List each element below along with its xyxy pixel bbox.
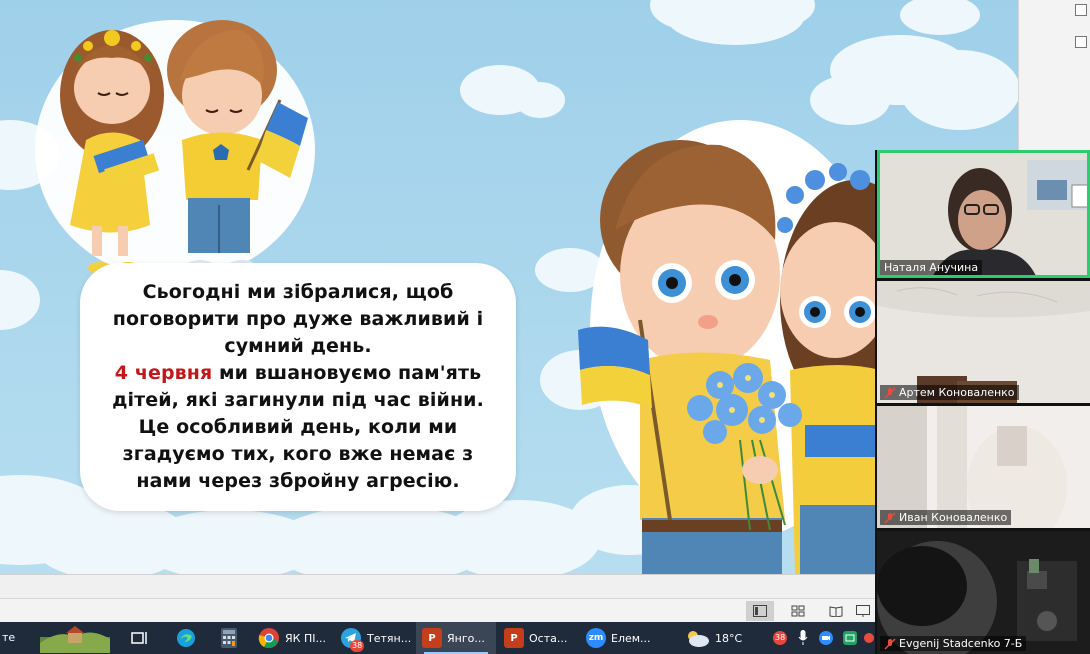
telegram-taskbar-button[interactable]: Тетян... 38 — [338, 622, 414, 654]
speech-line: Сьогодні ми зібралися, щоб — [142, 281, 454, 303]
chrome-icon — [258, 628, 279, 649]
task-view-button[interactable] — [126, 622, 154, 654]
tray-microphone-button[interactable] — [794, 622, 812, 654]
taskbar-label: Елем... — [611, 631, 651, 645]
taskbar-label: Тетян... — [367, 631, 412, 645]
muted-microphone-icon — [884, 386, 896, 399]
zoom-taskbar-button[interactable]: zm Елем... — [582, 622, 662, 654]
taskbar-search-text[interactable]: те — [2, 631, 15, 644]
vertical-scrollbar[interactable] — [1018, 0, 1090, 150]
taskbar-label: ЯК ПІ... — [285, 631, 326, 645]
speech-line: Це особливий день, коли ми — [138, 416, 458, 438]
speech-line: дітей, які загинули під час війни. — [112, 389, 484, 411]
cloudy-weather-icon — [688, 631, 709, 647]
task-view-icon — [131, 632, 147, 644]
participant-name: Артем Коноваленко — [899, 386, 1015, 399]
weather-temperature: 18°C — [715, 631, 743, 645]
zoom-icon: zm — [586, 628, 606, 648]
participant-name-label: Иван Коноваленко — [880, 510, 1012, 525]
tray-overflow-button[interactable] — [862, 622, 876, 654]
horizontal-scroll-strip — [0, 574, 876, 598]
participant-name-label: Артем Коноваленко — [880, 385, 1019, 400]
participant-name: Наталя Анучина — [884, 261, 979, 274]
participant-name: Evgenij Stadcenko 7-Б — [899, 637, 1023, 650]
slide-sorter-view-button[interactable] — [784, 601, 812, 621]
speech-line: згадуємо тих, кого вже немає з — [122, 443, 474, 465]
microphone-icon — [798, 630, 808, 645]
speech-date: 4 червня — [114, 362, 213, 384]
tray-app-icon — [843, 631, 857, 645]
landscape-widget-icon — [40, 626, 110, 653]
reading-view-icon — [829, 606, 843, 617]
calculator-taskbar-button[interactable] — [216, 622, 242, 654]
muted-microphone-icon — [884, 511, 896, 524]
chrome-taskbar-button[interactable]: ЯК ПІ... — [256, 622, 330, 654]
participant-tile[interactable]: Наталя Анучина — [877, 150, 1090, 278]
powerpoint-active-taskbar-button[interactable]: P Янго... — [416, 622, 496, 654]
status-bar — [0, 598, 876, 622]
participant-name-label: Evgenij Stadcenko 7-Б — [880, 636, 1027, 651]
video-call-panel: Наталя Анучина Артем Коноваленко Иван Ко… — [875, 150, 1090, 654]
speech-text: Сьогодні ми зібралися, щоб поговорити пр… — [98, 279, 498, 495]
tray-app-button[interactable] — [840, 622, 860, 654]
normal-view-button[interactable] — [746, 601, 774, 621]
participant-tile[interactable]: Иван Коноваленко — [877, 406, 1090, 528]
speech-line: сумний день. — [224, 335, 372, 357]
slideshow-button[interactable] — [852, 601, 874, 621]
calculator-icon — [221, 628, 237, 648]
participant-tile[interactable]: Артем Коноваленко — [877, 281, 1090, 403]
screen: Сьогодні ми зібралися, щоб поговорити пр… — [0, 0, 1090, 654]
tray-telegram-button[interactable]: 38 — [770, 622, 790, 654]
powerpoint-taskbar-button[interactable]: P Оста... — [500, 622, 578, 654]
slideshow-icon — [856, 605, 870, 617]
tray-badge: 38 — [775, 633, 786, 642]
scroll-checkbox[interactable] — [1075, 36, 1087, 48]
slide-sorter-icon — [791, 605, 805, 617]
taskbar-widget[interactable] — [40, 622, 112, 654]
speech-line: 4 червня ми вшановуємо пам'ять — [98, 360, 498, 387]
powerpoint-icon: P — [422, 628, 442, 648]
speech-line-rest: ми вшановуємо пам'ять — [212, 362, 482, 384]
participant-video — [877, 150, 1090, 278]
tray-zoom-icon — [819, 631, 833, 645]
participant-name-label: Наталя Анучина — [880, 260, 983, 275]
tray-zoom-button[interactable] — [816, 622, 836, 654]
edge-icon — [177, 629, 195, 647]
speech-line: нами через збройну агресію. — [136, 470, 460, 492]
weather-widget[interactable]: 18°C — [684, 622, 754, 654]
scroll-up-button[interactable] — [1075, 4, 1087, 16]
taskbar-label: Оста... — [529, 631, 568, 645]
speech-bubble: Сьогодні ми зібралися, щоб поговорити пр… — [80, 263, 516, 511]
left-children-illustration — [35, 20, 315, 280]
participant-tile[interactable]: Evgenij Stadcenko 7-Б — [877, 531, 1090, 654]
tray-overflow-icon — [864, 633, 874, 643]
presentation-slide: Сьогодні ми зібралися, щоб поговорити пр… — [0, 0, 1018, 574]
edge-taskbar-button[interactable] — [172, 622, 200, 654]
powerpoint-icon: P — [504, 628, 524, 648]
muted-microphone-icon — [884, 637, 896, 650]
normal-view-icon — [753, 605, 767, 617]
reading-view-button[interactable] — [822, 601, 850, 621]
taskbar-label: Янго... — [447, 631, 485, 645]
telegram-unread-badge: 38 — [350, 640, 365, 652]
speech-line: поговорити про дуже важливий і — [112, 308, 484, 330]
participant-name: Иван Коноваленко — [899, 511, 1008, 524]
